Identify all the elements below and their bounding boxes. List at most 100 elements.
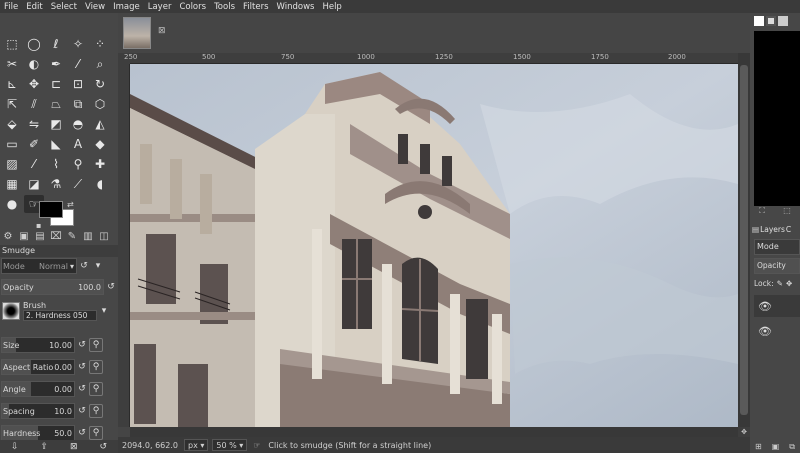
device-status-tab-icon[interactable]: ▣ [16,231,32,245]
flip-icon[interactable]: ⇋ [24,115,44,133]
bucket-fill-icon[interactable]: ◭ [90,115,110,133]
ink-drop-icon[interactable]: ◖ [90,175,110,193]
pattern-icon[interactable] [778,16,788,26]
lock-pixels-icon[interactable]: ✎ [777,279,783,288]
layer-mode-select[interactable]: Mode [754,239,800,255]
swap-colors-icon[interactable]: ⇄ [67,200,74,209]
link-icon[interactable]: ⚲ [89,426,103,440]
images-tab-icon[interactable]: ⌧ [48,231,64,245]
ellipse-select-icon[interactable]: ◯ [24,35,44,53]
link-icon[interactable]: ⚲ [89,338,103,352]
blur-icon[interactable]: ◪ [24,175,44,193]
undo-history-tab-icon[interactable]: ▤ [32,231,48,245]
burn-icon[interactable]: ⟋ [68,175,88,193]
menu-help[interactable]: Help [318,2,345,12]
menu-layer[interactable]: Layer [144,2,176,12]
unified-transform-icon[interactable]: ⬡ [90,95,110,113]
text-icon[interactable]: A [68,135,88,153]
reset-icon[interactable]: ↺ [75,338,89,352]
link-icon[interactable]: ⚲ [89,360,103,374]
zoom-icon[interactable]: ⌕ [90,55,110,73]
alignment-icon[interactable]: ⊏ [46,75,66,93]
chevron-down-icon[interactable]: ▾ [97,304,111,318]
spacing-slider[interactable]: Spacing 10.0 [1,403,75,419]
opacity-slider[interactable]: Opacity 100.0 [1,279,104,295]
paths-icon[interactable]: ✒ [46,55,66,73]
dodge-icon[interactable]: ⚗ [46,175,66,193]
chevron-down-icon[interactable]: ▾ [91,259,105,273]
reset-colors-icon[interactable]: ▪ [36,221,41,230]
duplicate-layer-icon[interactable]: ⧉ [789,442,795,452]
patterns-tab-icon[interactable]: ▥ [80,231,96,245]
menu-filters[interactable]: Filters [239,2,272,12]
vertical-ruler[interactable] [118,64,130,427]
aspect-ratio-slider[interactable]: Aspect Ratio 0.00 [1,359,75,375]
reset-icon[interactable]: ↺ [75,382,89,396]
vertical-scrollbar[interactable] [738,53,750,427]
brush-name-field[interactable]: 2. Hardness 050 [23,310,97,321]
reset-icon[interactable]: ↺ [75,426,89,440]
foreground-color-swatch[interactable] [39,201,63,218]
menu-view[interactable]: View [81,2,109,12]
reset-icon[interactable]: ↺ [77,259,91,273]
layer-row[interactable]: 👁 [754,295,800,317]
hardness-slider[interactable]: Hardness 50.0 [1,425,75,441]
menu-windows[interactable]: Windows [273,2,319,12]
image-thumbnail[interactable] [123,17,151,49]
menu-image[interactable]: Image [109,2,144,12]
channels-tab-label[interactable]: C [786,225,791,234]
angle-slider[interactable]: Angle 0.00 [1,381,75,397]
new-layer-icon[interactable]: ⊞ [755,442,762,451]
warp-icon[interactable]: ◓ [68,115,88,133]
layer-group-icon[interactable]: ▣ [772,442,780,451]
heal-icon[interactable]: ✚ [90,155,110,173]
unit-select[interactable]: px ▾ [183,439,209,451]
pencil-icon[interactable]: ✐ [24,135,44,153]
horizontal-ruler[interactable]: 250 500 750 1000 1250 1500 1750 2000 [124,53,738,64]
measure-icon[interactable]: ⊾ [2,75,22,93]
clone-icon[interactable]: ⚲ [68,155,88,173]
close-icon[interactable]: ⊠ [158,27,167,36]
crop-icon[interactable]: ⊡ [68,75,88,93]
fuzzy-select-icon[interactable]: ✧ [68,35,88,53]
menu-edit[interactable]: Edit [22,2,46,12]
eye-icon[interactable]: 👁 [758,325,772,338]
foreground-select-icon[interactable]: ◐ [24,55,44,73]
perspective-clone-icon[interactable]: ▦ [2,175,22,193]
eye-icon[interactable]: 👁 [758,300,772,313]
zoom-select[interactable]: 50 % ▾ [212,439,248,451]
save-preset-icon[interactable]: ⇩ [11,442,19,452]
handle-transform-icon[interactable]: ⬙ [2,115,22,133]
3d-transform-icon[interactable]: ⧉ [68,95,88,113]
eraser-icon[interactable]: ▨ [2,155,22,173]
reset-icon[interactable]: ↺ [75,404,89,418]
reset-icon[interactable]: ↺ [75,360,89,374]
shear-icon[interactable]: ⫽ [24,95,44,113]
image-canvas[interactable] [130,64,738,427]
layers-tab[interactable]: ▤ Layers C [750,223,800,235]
scissors-icon[interactable]: ✂ [2,55,22,73]
menu-colors[interactable]: Colors [175,2,210,12]
free-select-icon[interactable]: ℓ [46,35,66,53]
zoom-fit-icon[interactable]: ⬚ [783,206,791,220]
cage-icon[interactable]: ◩ [46,115,66,133]
rotate-icon[interactable]: ↻ [90,75,110,93]
menu-file[interactable]: File [0,2,22,12]
tool-options-tab-icon[interactable]: ⚙ [0,231,16,245]
brush-icon[interactable] [766,16,776,26]
mode-select[interactable]: Mode Normal ▾ [1,258,77,274]
fg-bg-icon[interactable] [754,16,764,26]
airbrush-icon[interactable]: ⁄ [24,155,44,173]
delete-preset-icon[interactable]: ⊠ [70,442,78,452]
color-picker-icon[interactable]: ⁄ [68,55,88,73]
scale-icon[interactable]: ⇱ [2,95,22,113]
brushes-tab-icon[interactable]: ✎ [64,231,80,245]
fonts-tab-icon[interactable]: ◫ [96,231,112,245]
navigate-icon[interactable]: ✥ [738,427,750,437]
perspective-icon[interactable]: ⏢ [46,95,66,113]
paintbrush-icon[interactable]: ◣ [46,135,66,153]
size-slider[interactable]: Size 10.00 [1,337,75,353]
mypaint-icon[interactable]: ⌇ [46,155,66,173]
menu-select[interactable]: Select [47,2,81,12]
fit-icon[interactable]: ⛶ [759,206,765,220]
